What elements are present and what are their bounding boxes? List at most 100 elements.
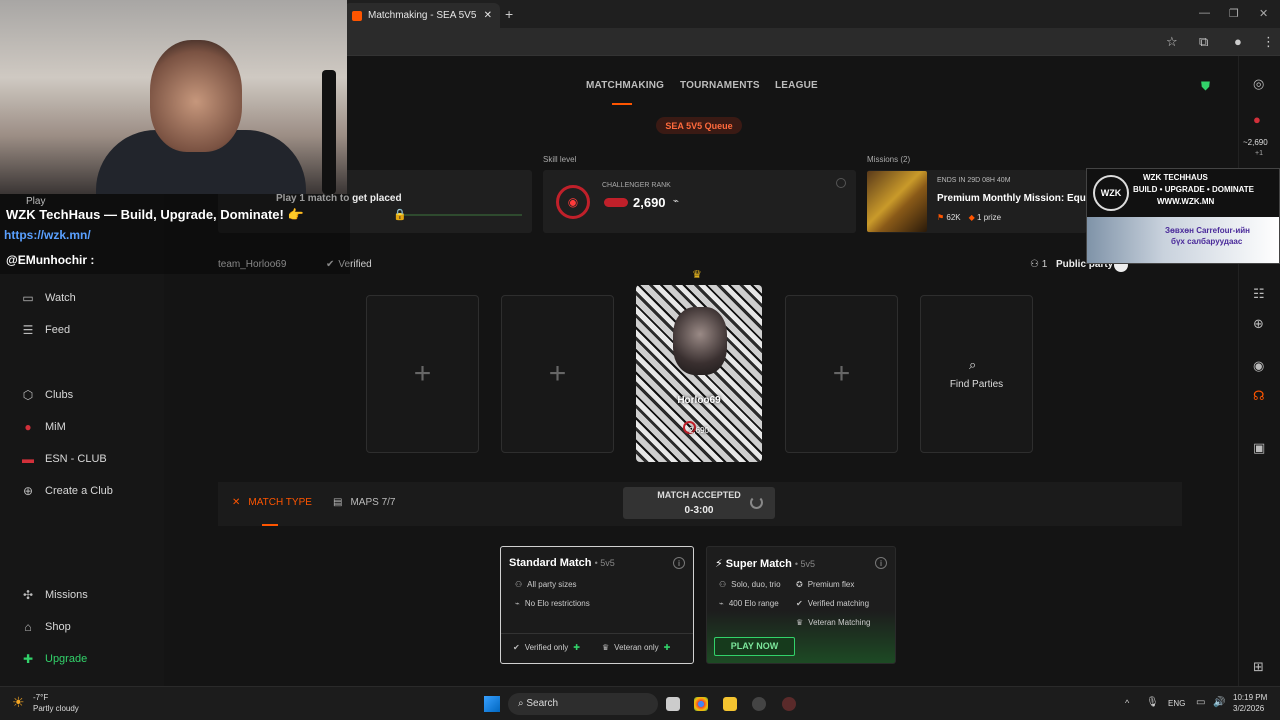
mission-title: Premium Monthly Mission: Equip [937,193,1087,204]
crown-icon: ♛ [602,643,610,652]
party-count-value: 1 [1041,259,1048,270]
standard-match-card[interactable]: Standard Match • 5v5 i ⚇ All party sizes … [500,546,694,664]
verified-check-icon: ✔ [513,643,520,652]
browser-menu-icon[interactable]: ⋮ [1262,34,1275,50]
play-now-button[interactable]: PLAY NOW [714,637,795,656]
sidebar-item-feed[interactable]: ☰ Feed [20,323,70,337]
feature-text: All party sizes [527,580,577,589]
task-view-icon[interactable] [666,697,680,711]
minimize-button[interactable]: — [1199,7,1210,19]
mission-ends: ENDS IN 29D 08H 40M [937,177,1011,184]
tab-match-type[interactable]: ✕ MATCH TYPE [232,497,312,508]
feature-party: ⚇ Solo, duo, trio [719,580,781,589]
sidebar-item-upgrade[interactable]: ✚ Upgrade [20,652,87,666]
sidebar-item-watch[interactable]: ▭ Watch [20,291,75,305]
add-player-icon: + [413,357,432,390]
tab-league[interactable]: LEAGUE [775,80,818,91]
volume-icon[interactable]: 🔊 [1213,697,1225,708]
player-card[interactable]: Horloo69 2,690 [636,285,762,462]
taskbar-search[interactable]: ⌕ Search [508,693,658,715]
queue-badge[interactable]: SEA 5V5 Queue [656,117,742,134]
headset-icon[interactable]: ☊ [1253,388,1265,404]
tab-maps[interactable]: ▤ MAPS 7/7 [333,497,395,508]
faceit-favicon-icon [352,10,362,21]
player-name: Horloo69 [677,395,721,406]
tray-chevron-icon[interactable]: ^ [1125,698,1129,708]
feature-text: No Elo restrictions [524,599,590,608]
streamer-head [150,40,242,152]
feature-text: Veteran Matching [808,618,871,627]
sidebar-item-missions[interactable]: ✣ Missions [20,588,88,602]
empty-party-slot[interactable]: + [785,295,898,453]
anticheat-shield-icon[interactable]: ⛊ [1201,79,1210,94]
friend-avatar-icon[interactable]: ▣ [1253,440,1265,456]
party-list-icon[interactable]: ☷ [1253,286,1265,302]
feature-party-sizes: ⚇ All party sizes [515,580,577,589]
add-friend-icon[interactable]: ⊕ [1253,316,1264,332]
close-window-button[interactable]: ✕ [1259,7,1268,20]
taskbar-search-label: Search [526,698,559,709]
maximize-button[interactable]: ❐ [1229,7,1239,20]
file-explorer-icon[interactable] [723,697,737,711]
weather-condition[interactable]: Partly cloudy [33,704,79,713]
tab-matchmaking[interactable]: MATCHMAKING [586,80,664,91]
sidebar-item-esn-club[interactable]: ▬ ESN - CLUB [20,452,107,466]
elo-trend-icon: ⌁ [673,196,680,207]
party-count: ⚇ 1 [1030,259,1047,270]
info-icon[interactable]: i [875,557,887,569]
missions-icon: ✣ [22,588,34,602]
new-tab-button[interactable]: + [505,6,513,22]
rank-rail-icon[interactable]: ● [1253,112,1261,127]
empty-party-slot[interactable]: + [366,295,479,453]
chat-icon[interactable]: ⊞ [1253,659,1264,675]
weather-icon[interactable]: ☀ [12,694,25,711]
friend-avatar-icon[interactable]: ◎ [1253,76,1264,92]
tab-title: Matchmaking - SEA 5V5 Queue [368,10,478,21]
feature-veteran: ♛ Veteran Matching [796,618,870,627]
steam-icon[interactable] [752,697,766,711]
info-icon[interactable] [836,178,846,188]
clock-date[interactable]: 3/2/2026 [1233,704,1264,713]
divider [501,633,693,634]
info-icon[interactable]: i [673,557,685,569]
sidebar-item-create-club[interactable]: ⊕ Create a Club [20,484,113,498]
lock-icon: 🔒 [393,209,407,221]
sidebar-item-clubs[interactable]: ⬡ Clubs [20,388,73,402]
veteran-only-toggle[interactable]: ♛ Veteran only ✚ [602,643,670,652]
language-indicator[interactable]: ENG [1168,699,1185,708]
feature-text: Premium flex [807,580,855,589]
tab-tournaments[interactable]: TOURNAMENTS [680,80,760,91]
extensions-icon[interactable]: ⧉ [1199,34,1208,50]
party-leader-crown-icon: ♛ [692,269,702,281]
party-icon: ⚇ [515,580,523,589]
bookmark-star-icon[interactable]: ☆ [1166,34,1178,50]
find-parties-slot[interactable] [920,295,1033,453]
browser-tab[interactable]: Matchmaking - SEA 5V5 Queue ✕ [344,3,500,28]
party-icon: ⚇ [719,580,727,589]
microphone-arm [322,70,336,194]
sidebar-item-label: Missions [45,589,88,601]
active-subtab-indicator [262,524,278,526]
clock-time[interactable]: 10:19 PM [1233,693,1267,702]
windows-start-icon[interactable] [484,696,500,712]
friend-avatar-icon[interactable]: ◉ [1253,358,1264,374]
tab-close-icon[interactable]: ✕ [484,10,492,21]
microphone-icon[interactable]: 🎙 [1146,697,1159,708]
overlay-stream-title: WZK TechHaus — Build, Upgrade, Dominate!… [6,207,304,222]
ad-banner-line: Зөвхөн Carrefour-ийн [1165,226,1250,235]
faceit-app-icon[interactable] [782,697,796,711]
sidebar-item-shop[interactable]: ⌂ Shop [20,620,70,634]
feature-text: Veteran only [614,643,659,652]
verified-only-toggle[interactable]: ✔ Verified only ✚ [513,643,580,652]
chrome-icon[interactable] [694,697,708,711]
empty-party-slot[interactable]: + [501,295,614,453]
missions-label: Missions (2) [867,155,911,164]
network-icon[interactable]: ▭ [1196,697,1205,708]
sidebar-item-mim[interactable]: ● MiM [20,420,65,434]
feature-text: Verified matching [807,599,870,608]
rank-badge-icon: ◉ [556,185,590,219]
super-match-card[interactable]: ⚡ Super Match • 5v5 i ⚇ Solo, duo, trio ⌁… [706,546,896,664]
profile-avatar-icon[interactable]: ● [1234,34,1242,49]
prize-icon: ◆ [968,213,975,222]
weather-temp[interactable]: -7°F [33,693,48,702]
